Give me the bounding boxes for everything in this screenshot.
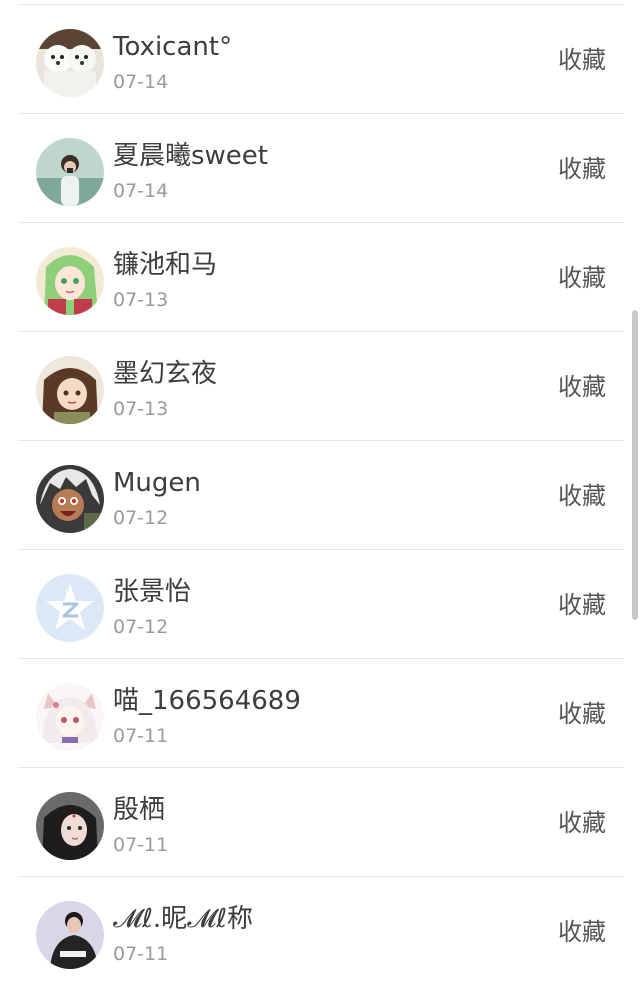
date-label: 07-14 bbox=[113, 71, 169, 93]
favorites-list: Toxicant° 07-14 收藏 夏晨曦sweet 07-14 收藏 镰池和… bbox=[0, 0, 640, 985]
favorite-button[interactable]: 收藏 bbox=[558, 43, 606, 77]
favorite-button[interactable]: 收藏 bbox=[558, 697, 606, 731]
date-label: 07-11 bbox=[113, 834, 169, 856]
contact-name: Toxicant° bbox=[113, 32, 233, 62]
contact-name: 镰池和马 bbox=[113, 250, 218, 280]
list-item[interactable]: 夏晨曦sweet 07-14 收藏 bbox=[0, 114, 640, 223]
contact-name: 夏晨曦sweet bbox=[113, 141, 268, 171]
girl-photo-avatar-icon bbox=[36, 138, 104, 206]
favorite-button[interactable]: 收藏 bbox=[558, 479, 606, 513]
anime-white-hair-avatar-icon bbox=[36, 465, 104, 533]
favorite-button[interactable]: 收藏 bbox=[558, 261, 606, 295]
avatar[interactable] bbox=[36, 683, 104, 751]
date-label: 07-11 bbox=[113, 725, 169, 747]
date-label: 07-12 bbox=[113, 507, 169, 529]
avatar[interactable] bbox=[36, 901, 104, 969]
default-star-avatar-icon bbox=[36, 574, 104, 642]
favorite-button[interactable]: 收藏 bbox=[558, 915, 606, 949]
dark-hair-girl-avatar-icon bbox=[36, 792, 104, 860]
avatar[interactable] bbox=[36, 465, 104, 533]
anime-catgirl-avatar-icon bbox=[36, 683, 104, 751]
contact-name: Mugen bbox=[113, 468, 201, 498]
contact-name: 张景怡 bbox=[113, 577, 192, 607]
date-label: 07-12 bbox=[113, 616, 169, 638]
anime-green-hair-avatar-icon bbox=[36, 247, 104, 315]
list-item[interactable]: 殷栖 07-11 收藏 bbox=[0, 768, 640, 877]
favorite-button[interactable]: 收藏 bbox=[558, 806, 606, 840]
contact-name: 墨幻玄夜 bbox=[113, 359, 218, 389]
favorite-button[interactable]: 收藏 bbox=[558, 370, 606, 404]
favorite-button[interactable]: 收藏 bbox=[558, 588, 606, 622]
list-item[interactable]: 墨幻玄夜 07-13 收藏 bbox=[0, 332, 640, 441]
avatar[interactable] bbox=[36, 138, 104, 206]
boy-photo-avatar-icon bbox=[36, 901, 104, 969]
avatar[interactable] bbox=[36, 574, 104, 642]
contact-name: 殷栖 bbox=[113, 795, 166, 825]
scrollbar[interactable] bbox=[632, 310, 638, 620]
list-item[interactable]: 镰池和马 07-13 收藏 bbox=[0, 223, 640, 332]
list-item[interactable]: Mugen 07-12 收藏 bbox=[0, 441, 640, 550]
avatar[interactable] bbox=[36, 792, 104, 860]
anime-brown-hair-avatar-icon bbox=[36, 356, 104, 424]
date-label: 07-13 bbox=[113, 289, 169, 311]
date-label: 07-11 bbox=[113, 943, 169, 965]
date-label: 07-14 bbox=[113, 180, 169, 202]
list-item[interactable]: 张景怡 07-12 收藏 bbox=[0, 550, 640, 659]
avatar[interactable] bbox=[36, 29, 104, 97]
contact-name: 喵_166564689 bbox=[113, 686, 301, 716]
favorite-button[interactable]: 收藏 bbox=[558, 152, 606, 186]
avatar[interactable] bbox=[36, 247, 104, 315]
contact-name: 𝓜ℓ.昵𝓜ℓ称 bbox=[113, 904, 253, 934]
list-item[interactable]: Toxicant° 07-14 收藏 bbox=[0, 5, 640, 114]
date-label: 07-13 bbox=[113, 398, 169, 420]
dogs-avatar-icon bbox=[36, 29, 104, 97]
avatar[interactable] bbox=[36, 356, 104, 424]
list-item[interactable]: 喵_166564689 07-11 收藏 bbox=[0, 659, 640, 768]
list-item[interactable]: 𝓜ℓ.昵𝓜ℓ称 07-11 收藏 bbox=[0, 877, 640, 985]
